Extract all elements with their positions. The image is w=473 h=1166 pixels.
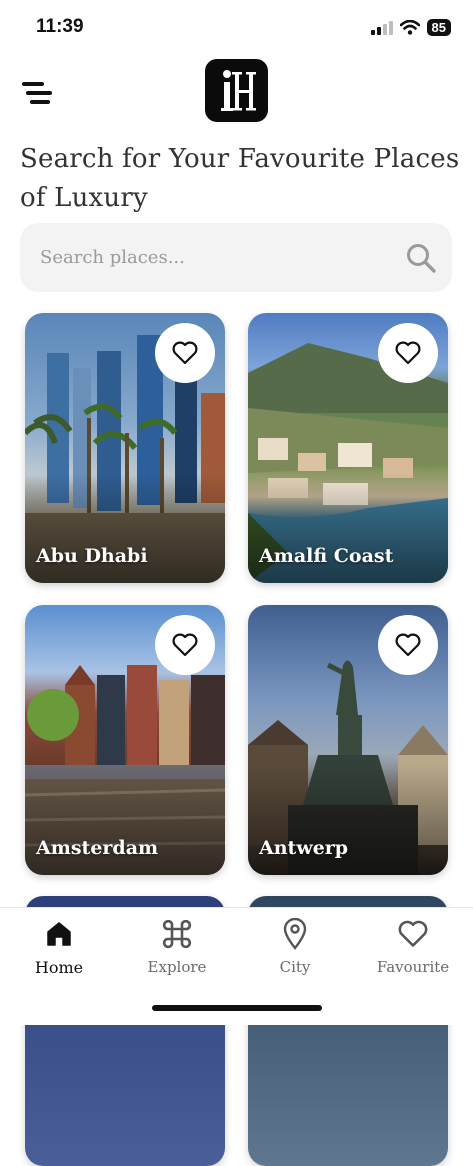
tab-favourite[interactable]: Favourite	[358, 916, 468, 986]
tab-label: City	[279, 958, 311, 976]
heart-icon	[395, 633, 421, 657]
home-indicator	[152, 1005, 322, 1011]
places-grid: Abu Dhabi Amalfi Coast Amsterdam Antwerp	[0, 0, 473, 1166]
tab-explore[interactable]: Explore	[122, 916, 232, 986]
place-card-abu-dhabi[interactable]: Abu Dhabi	[25, 313, 225, 583]
favourite-toggle[interactable]	[155, 323, 215, 383]
place-name: Amsterdam	[36, 837, 159, 859]
tab-label: Favourite	[376, 958, 450, 976]
tab-city[interactable]: City	[240, 916, 350, 986]
place-name: Antwerp	[259, 837, 349, 859]
heart-icon	[395, 341, 421, 365]
heart-icon	[398, 920, 428, 947]
command-icon	[162, 919, 192, 949]
place-card-amalfi-coast[interactable]: Amalfi Coast	[248, 313, 448, 583]
favourite-toggle[interactable]	[155, 615, 215, 675]
favourite-toggle[interactable]	[378, 615, 438, 675]
heart-icon	[172, 341, 198, 365]
tab-label: Home	[34, 958, 84, 977]
place-name: Abu Dhabi	[36, 545, 148, 567]
place-card-amsterdam[interactable]: Amsterdam	[25, 605, 225, 875]
place-name: Amalfi Coast	[259, 545, 394, 567]
tab-home[interactable]: Home	[4, 916, 114, 986]
home-icon	[47, 922, 71, 946]
tab-label: Explore	[147, 958, 207, 976]
location-pin-icon	[283, 918, 307, 950]
favourite-toggle[interactable]	[378, 323, 438, 383]
heart-icon	[172, 633, 198, 657]
place-card-antwerp[interactable]: Antwerp	[248, 605, 448, 875]
